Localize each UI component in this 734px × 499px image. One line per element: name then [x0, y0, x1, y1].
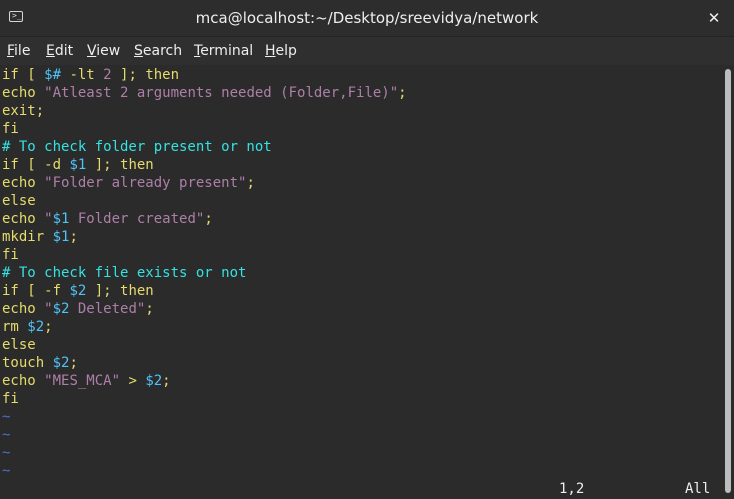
terminal-window: >_ mca@localhost:~/Desktop/sreevidya/net…: [0, 0, 734, 499]
empty-line-tilde: ~: [2, 445, 11, 461]
empty-line-tilde: ~: [2, 463, 11, 479]
window-title: mca@localhost:~/Desktop/sreevidya/networ…: [195, 9, 539, 27]
code-line-7: echo "Folder already present";: [2, 175, 255, 191]
scrollbar-thumb[interactable]: [725, 69, 731, 493]
empty-line-tilde: ~: [2, 409, 11, 425]
title-bar[interactable]: >_ mca@localhost:~/Desktop/sreevidya/net…: [0, 0, 734, 37]
menu-file[interactable]: File: [7, 37, 30, 65]
menu-edit[interactable]: Edit: [46, 37, 73, 65]
menu-view[interactable]: View: [87, 37, 120, 65]
code-line-18: echo "MES_MCA" > $2;: [2, 373, 171, 389]
code-line-2: echo "Atleast 2 arguments needed (Folder…: [2, 85, 407, 101]
code-line-6: if [ -d $1 ]; then: [2, 157, 154, 173]
code-line-1: if [ $# -lt 2 ]; then: [2, 67, 180, 83]
code-line-16: else: [2, 337, 36, 353]
menu-search[interactable]: Search: [134, 37, 182, 65]
code-line-13: if [ -f $2 ]; then: [2, 283, 154, 299]
code-line-10: mkdir $1;: [2, 229, 78, 245]
scrollbar[interactable]: [722, 65, 734, 499]
code-line-12: # To check file exists or not: [2, 265, 247, 281]
close-button[interactable]: ✕: [704, 8, 724, 28]
code-line-5: # To check folder present or not: [2, 139, 272, 155]
code-line-3: exit;: [2, 103, 45, 119]
cursor-position: 1,2: [559, 481, 585, 497]
code-line-11: fi: [2, 247, 19, 263]
code-line-9: echo "$1 Folder created";: [2, 211, 213, 227]
menu-help[interactable]: Help: [265, 37, 297, 65]
scroll-position: All: [685, 481, 711, 497]
code-line-14: echo "$2 Deleted";: [2, 301, 154, 317]
empty-line-tilde: ~: [2, 427, 11, 443]
code-line-15: rm $2;: [2, 319, 53, 335]
code-line-19: fi: [2, 391, 19, 407]
code-line-17: touch $2;: [2, 355, 78, 371]
menu-bar: File Edit View Search Terminal Help: [0, 37, 734, 65]
code-line-8: else: [2, 193, 36, 209]
code-line-4: fi: [2, 121, 19, 137]
menu-terminal[interactable]: Terminal: [194, 37, 253, 65]
editor-area[interactable]: if [ $# -lt 2 ]; then echo "Atleast 2 ar…: [0, 65, 722, 499]
